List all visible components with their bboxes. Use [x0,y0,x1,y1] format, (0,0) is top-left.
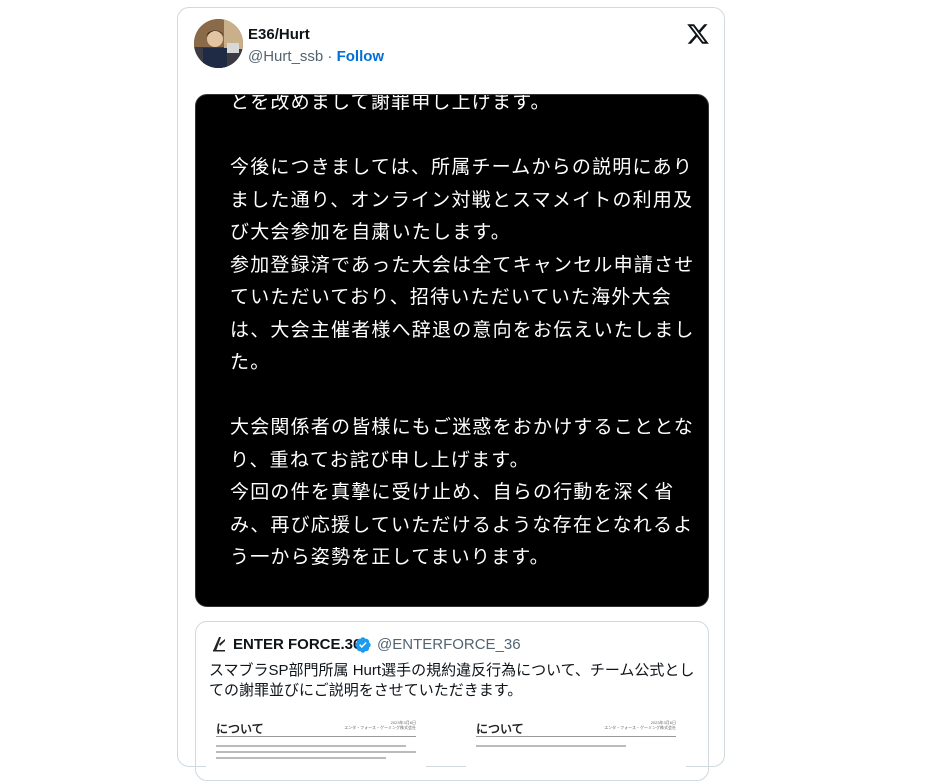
author-name[interactable]: E36/Hurt [248,26,310,43]
meta-separator: · [327,48,333,65]
document-company: エンタ・フォース・ゲーミング株式会社 [604,725,676,730]
x-logo-icon[interactable] [686,22,710,46]
document-company: エンタ・フォース・ゲーミング株式会社 [344,725,416,730]
avatar-image [194,19,243,68]
quoted-author-handle: @ENTERFORCE_36 [377,636,521,653]
document-meta: 2023年3月6日 エンタ・フォース・ゲーミング株式会社 [344,720,416,730]
quoted-tweet[interactable]: ENTER FORCE.36 @ENTERFORCE_36 スマブラSP部門所属… [195,621,709,781]
author-meta-row: @Hurt_ssb · Follow [248,48,384,65]
enter-force-logo-icon [213,637,225,652]
quoted-author-name: ENTER FORCE.36 [233,636,362,653]
quoted-image-document-left[interactable]: について 2023年3月6日 エンタ・フォース・ゲーミング株式会社 [206,714,426,780]
verified-badge-icon [355,637,371,653]
image-apology-text: とを改めまして謝罪申し上げます。 今後につきましては、所属チームからの説明にあり… [230,94,695,568]
tweet-image[interactable]: とを改めまして謝罪申し上げます。 今後につきましては、所属チームからの説明にあり… [195,94,709,607]
document-line [476,745,626,747]
document-line [216,751,416,753]
document-rule [476,736,676,737]
author-avatar[interactable] [194,19,243,68]
follow-button[interactable]: Follow [337,48,385,65]
document-title: について [476,722,524,736]
document-line [216,745,406,747]
document-title: について [216,722,264,736]
quoted-tweet-text: スマブラSP部門所属 Hurt選手の規約違反行為について、チーム公式としての謝罪… [209,662,695,699]
document-rule [216,736,416,737]
document-meta: 2023年3月6日 エンタ・フォース・ゲーミング株式会社 [604,720,676,730]
embedded-tweet-card: E36/Hurt @Hurt_ssb · Follow とを改めまして謝罪申し上… [177,7,725,781]
quoted-image-document-right[interactable]: について 2023年3月6日 エンタ・フォース・ゲーミング株式会社 [466,714,686,780]
author-handle[interactable]: @Hurt_ssb [248,48,323,65]
document-line [216,757,386,759]
